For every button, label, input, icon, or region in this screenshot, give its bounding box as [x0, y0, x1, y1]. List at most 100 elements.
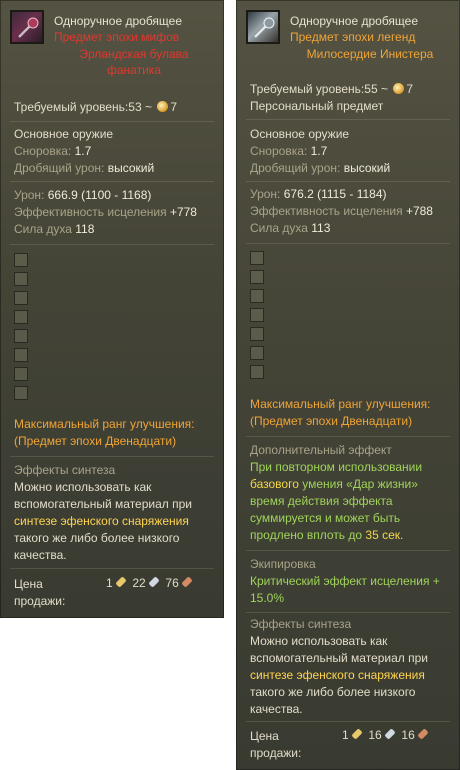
gold-coin-icon — [351, 728, 363, 740]
heal-value: +778 — [169, 205, 197, 219]
item-grade: Предмет эпохи мифов — [54, 30, 180, 44]
blunt-damage-stat: Дробящий урон: высокий — [14, 161, 154, 175]
heal-label: Эффективность исцеления — [14, 205, 167, 219]
spirit-stat: Сила духа 118 — [14, 222, 94, 236]
max-enhance-rank: Максимальный ранг улучшения: (Предмет эп… — [14, 416, 214, 450]
price-gold: 1 — [342, 728, 349, 742]
manastone-slot — [14, 272, 28, 286]
enchant-stone-icon — [157, 101, 169, 112]
required-level: Требуемый уровень:55 ~ 7 — [250, 82, 413, 96]
divider — [246, 721, 450, 722]
spirit-stat: Сила духа 113 — [250, 221, 330, 235]
synthesis-line: вспомогательный материал при — [250, 651, 428, 665]
damage-value: 676.2 (1115 - 1184) — [283, 187, 387, 201]
divider — [246, 181, 450, 182]
silver-coin-icon — [148, 576, 160, 588]
effect-highlight: базового — [250, 477, 299, 491]
manastone-slot — [14, 291, 28, 305]
required-level-label: Требуемый уровень: — [250, 82, 365, 96]
agility-stat: Сноровка: 1.7 — [14, 144, 91, 158]
item-tooltip-right: Одноручное дробящее Предмет эпохи легенд… — [236, 0, 460, 770]
manastone-slot — [250, 327, 264, 341]
damage-value: 666.9 (1100 - 1168) — [47, 188, 152, 202]
item-name-text: Милосердие Инистера — [306, 47, 434, 61]
effect-line: базового умения «Дар жизни» — [250, 476, 450, 493]
price-copper: 76 — [165, 576, 179, 590]
enchant-value: 7 — [170, 100, 178, 114]
divider — [10, 568, 214, 569]
manastone-slot — [250, 289, 264, 303]
manastone-slot — [14, 253, 28, 267]
gold-coin-icon — [115, 576, 127, 588]
silver-coin-icon — [384, 728, 396, 740]
additional-effect-title: Дополнительный эффект — [250, 443, 392, 457]
effect-line: При повторном использовании — [250, 460, 423, 474]
sell-price-label-1: Цена — [250, 729, 279, 743]
additional-effect: Дополнительный эффект При повторном испо… — [250, 442, 450, 544]
manastone-slot — [250, 251, 264, 265]
item-tooltip-left: Одноручное дробящее Предмет эпохи мифов … — [0, 0, 224, 618]
required-level-value: 53 ~ — [128, 100, 152, 114]
max-enhance-rank: Максимальный ранг улучшения: (Предмет эп… — [250, 396, 450, 430]
manastone-slot — [250, 270, 264, 284]
damage-stat: Урон: 676.2 (1115 - 1184) — [250, 187, 387, 201]
max-rank-line-2: (Предмет эпохи Двенадцати) — [250, 414, 413, 428]
blunt-value: высокий — [107, 161, 155, 175]
item-grade: Предмет эпохи легенд — [290, 30, 416, 44]
agility-label: Сноровка: — [14, 144, 72, 158]
manastone-slot — [14, 310, 28, 324]
effect-line: время действия эффекта — [250, 494, 393, 508]
synthesis-title: Эффекты синтеза — [14, 463, 116, 477]
required-level: Требуемый уровень:53 ~ 7 — [14, 100, 177, 114]
mace-icon — [10, 10, 44, 44]
blunt-value: высокий — [343, 161, 391, 175]
spirit-value: 118 — [75, 222, 95, 236]
divider — [246, 243, 450, 244]
agility-value: 1.7 — [310, 144, 328, 158]
agility-label: Сноровка: — [250, 144, 308, 158]
price-copper: 16 — [401, 728, 415, 742]
item-name: Милосердие Инистера — [290, 46, 450, 62]
weapon-class: Основное оружие — [250, 127, 350, 141]
mace-icon — [246, 10, 280, 44]
manastone-slot — [14, 386, 28, 400]
required-level-value: 55 ~ — [364, 82, 388, 96]
blunt-label: Дробящий урон: — [14, 161, 105, 175]
manastone-slot — [250, 308, 264, 322]
manastone-slot — [250, 365, 264, 379]
synthesis-line: качества. — [14, 548, 67, 562]
divider — [246, 119, 450, 120]
divider — [246, 612, 450, 613]
sell-price-label: Цена продажи: — [250, 728, 320, 762]
synthesis-line-highlight: синтезе эфенского снаряжения — [14, 514, 189, 528]
heal-stat: Эффективность исцеления +778 — [14, 205, 197, 219]
equipment-line: 15.0% — [250, 591, 285, 605]
enchant-value: 7 — [406, 82, 414, 96]
price-silver: 16 — [368, 728, 382, 742]
divider — [10, 121, 214, 122]
max-rank-line-1: Максимальный ранг улучшения: — [250, 397, 431, 411]
item-type: Одноручное дробящее — [290, 14, 419, 28]
item-name: Эрландская булава фанатика — [54, 46, 214, 78]
effect-text: умения «Дар жизни» — [302, 477, 418, 491]
synthesis-title: Эффекты синтеза — [250, 617, 352, 631]
blunt-damage-stat: Дробящий урон: высокий — [250, 161, 390, 175]
heal-value: +788 — [405, 204, 433, 218]
synthesis-line: вспомогательный материал при — [14, 497, 192, 511]
sell-price-label-1: Цена — [14, 577, 43, 591]
equipment-effect: Экипировка Критический эффект исцеления … — [250, 556, 450, 607]
manastone-slot — [250, 346, 264, 360]
divider — [246, 436, 450, 437]
effect-duration: 35 сек. — [365, 528, 404, 542]
heal-stat: Эффективность исцеления +788 — [250, 204, 433, 218]
item-type: Одноручное дробящее — [54, 14, 183, 28]
equipment-line: Критический эффект исцеления + — [250, 574, 440, 588]
synthesis-line: Можно использовать как — [250, 634, 388, 648]
synthesis-effects: Эффекты синтеза Можно использовать как в… — [250, 616, 450, 718]
sell-price-values: 1 16 16 — [342, 728, 429, 742]
sell-price-label-2: продажи: — [250, 746, 302, 760]
divider — [10, 456, 214, 457]
damage-label: Урон: — [250, 187, 281, 201]
effect-text: продлено вплоть до — [250, 528, 363, 542]
damage-label: Урон: — [14, 188, 45, 202]
